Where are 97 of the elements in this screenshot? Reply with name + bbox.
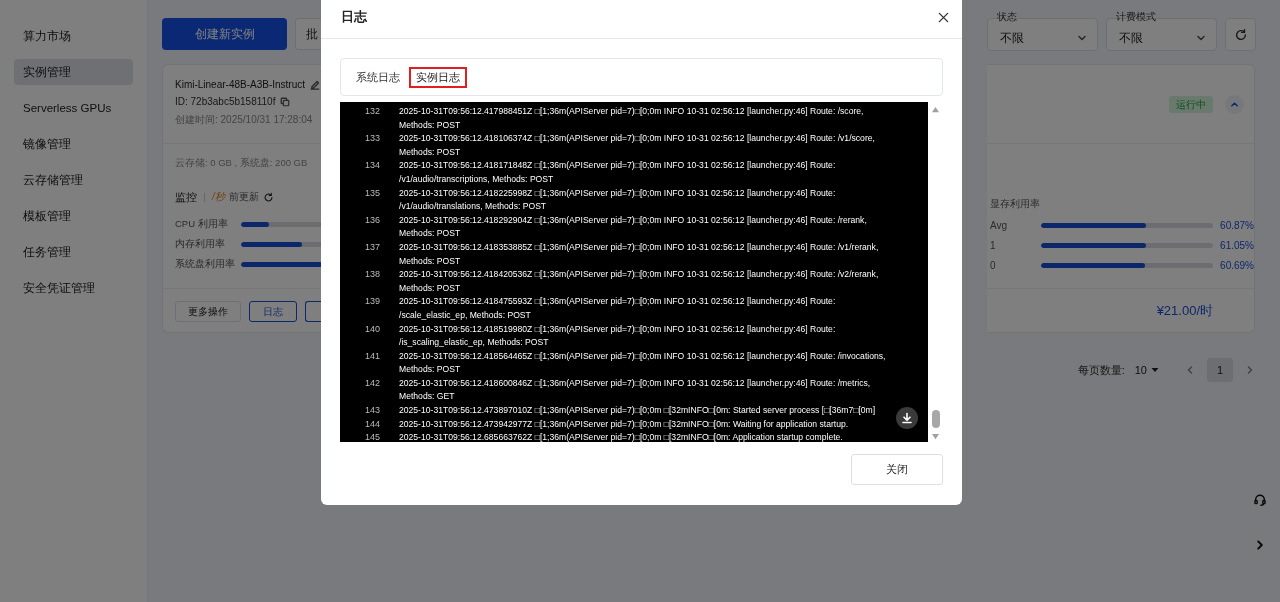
sidebar-item[interactable]: 任务管理 (14, 239, 133, 265)
line-number: 135 (363, 186, 380, 200)
monitor-title: 监控 (175, 189, 197, 205)
pencil-icon[interactable] (310, 79, 321, 90)
page-size-label: 每页数量: (1077, 362, 1125, 378)
select-label: 计费模式 (1116, 11, 1156, 23)
line-number: 142 (363, 376, 380, 390)
line-number: 141 (363, 349, 380, 363)
log-line: 2025-10-31T09:56:12.418106374Z □[1;36m(APIServer pid=7)□[0;0m INFO 10-31 02:56:12 [launcher.py:46] Route: /v1/score, (399, 132, 875, 146)
scroll-thumb[interactable] (931, 410, 940, 428)
log-line: 2025-10-31T09:56:12.418519980Z □[1;36m(APIServer pid=7)□[0;0m INFO 10-31 02:56:12 [launcher.py:46] Route: (399, 322, 836, 336)
page-size-select[interactable]: 10 (1132, 364, 1161, 376)
metric-value: 61.05% (1220, 239, 1254, 251)
log-line: /scale_elastic_ep, Methods: POST (399, 308, 532, 322)
log-line: /v1/audio/translations, Methods: POST (399, 200, 548, 214)
close-icon[interactable] (938, 12, 949, 23)
log-line: /v1/audio/transcriptions, Methods: POST (399, 172, 555, 186)
tab[interactable]: 实例日志 (409, 66, 467, 88)
chevron-left-icon[interactable] (1185, 365, 1195, 375)
metric-value: 60.69% (1220, 259, 1254, 271)
refresh-icon (1233, 27, 1248, 42)
log-line: Methods: POST (399, 118, 462, 132)
create-instance-button[interactable]: 创建新实例 (162, 18, 287, 50)
instance-name: Kimi-Linear-48B-A3B-Instruct (175, 79, 306, 90)
log-line: Methods: POST (399, 227, 462, 241)
metric-label: 1 (989, 239, 997, 251)
sidebar-item[interactable]: 实例管理 (14, 59, 133, 85)
log-line: Methods: POST (399, 145, 462, 159)
page-button[interactable]: 1 (1207, 358, 1233, 382)
select-label: 状态 (997, 11, 1017, 23)
line-number: 140 (363, 322, 380, 336)
copy-icon[interactable] (280, 96, 291, 107)
log-line: 2025-10-31T09:56:12.418171848Z □[1;36m(APIServer pid=7)□[0;0m INFO 10-31 02:56:12 [launcher.py:46] Route: (399, 159, 836, 173)
price: ¥21.00/时 (1156, 302, 1213, 320)
sidebar-item[interactable]: 模板管理 (14, 203, 133, 229)
dialog-title: 日志 (341, 9, 367, 26)
line-number: 134 (363, 159, 380, 173)
line-number: 137 (363, 240, 380, 254)
download-icon (901, 412, 913, 424)
refresh-icon (262, 191, 274, 203)
scroll-down-icon[interactable] (931, 433, 940, 440)
batch-button[interactable]: 批 (295, 18, 321, 50)
line-number: 144 (363, 417, 380, 431)
log-line: 2025-10-31T09:56:12.418564465Z □[1;36m(APIServer pid=7)□[0;0m INFO 10-31 02:56:12 [launcher.py:46] Route: /invocations, (399, 349, 886, 363)
line-number: 133 (363, 132, 380, 146)
sidebar-item[interactable]: 云存储管理 (14, 167, 133, 193)
chevron-right-icon[interactable] (1245, 365, 1255, 375)
metric-value: 60.87% (1220, 219, 1254, 231)
download-button[interactable] (896, 407, 918, 429)
log-line: 2025-10-31T09:56:12.418475593Z □[1;36m(APIServer pid=7)□[0;0m INFO 10-31 02:56:12 [launcher.py:46] Route: (399, 295, 836, 309)
chevron-down-icon (1196, 33, 1206, 43)
line-number: 143 (363, 404, 380, 418)
log-line: 2025-10-31T09:56:12.473897010Z □[1;36m(APIServer pid=7)□[0;0m □[32mINFO□[0m: Started server process [□[36m7□[0m] (399, 404, 876, 418)
log-line: 2025-10-31T09:56:12.417988451Z □[1;36m(APIServer pid=7)□[0;0m INFO 10-31 02:56:12 [launcher.py:46] Route: /score, (399, 105, 864, 118)
log-line: Methods: GET (399, 390, 456, 404)
log-line: 2025-10-31T09:56:12.685663762Z □[1;36m(APIServer pid=7)□[0;0m □[32mINFO□[0m: Application startup complete. (399, 431, 843, 442)
chevron-down-icon (1077, 33, 1087, 43)
metric-label: 内存利用率 (175, 237, 226, 251)
log-line: Methods: POST (399, 363, 462, 377)
chevron-right-icon (1254, 539, 1266, 551)
log-line: 2025-10-31T09:56:12.418225998Z □[1;36m(APIServer pid=7)□[0;0m INFO 10-31 02:56:12 [launcher.py:46] Route: (399, 186, 836, 200)
refresh-time: /秒 (212, 190, 225, 204)
sidebar-item[interactable]: 安全凭证管理 (14, 275, 133, 301)
line-number: 145 (363, 431, 380, 442)
metric-title: 显存利用率 (990, 198, 1041, 210)
line-number: 138 (363, 268, 380, 282)
log-line: Methods: POST (399, 254, 462, 268)
sidebar-item[interactable]: 算力市场 (14, 23, 133, 49)
more-actions-button[interactable]: 更多操作 (175, 301, 241, 322)
line-number: 132 (363, 105, 380, 118)
refresh-label: 前更新 (228, 190, 259, 204)
tab[interactable]: 系统日志 (349, 66, 407, 88)
chevron-up-icon (1230, 99, 1239, 109)
sidebar-item[interactable]: Serverless GPUs (14, 95, 133, 121)
metric-label: 系统盘利用率 (175, 257, 236, 271)
log-line: 2025-10-31T09:56:12.418600846Z □[1;36m(APIServer pid=7)□[0;0m INFO 10-31 02:56:12 [launcher.py:46] Route: /metrics, (399, 376, 871, 390)
status-badge: 运行中 (1169, 95, 1213, 113)
metric-label: Avg (989, 219, 1009, 231)
headset-icon (1253, 493, 1267, 507)
metric-label: CPU 利用率 (175, 217, 229, 231)
log-line: 2025-10-31T09:56:12.418420536Z □[1;36m(APIServer pid=7)□[0;0m INFO 10-31 02:56:12 [launcher.py:46] Route: /v2/rerank, (399, 268, 879, 282)
line-number: 136 (363, 213, 380, 227)
log-line: 2025-10-31T09:56:12.418353885Z □[1;36m(APIServer pid=7)□[0;0m INFO 10-31 02:56:12 [launcher.py:46] Route: /v1/rerank, (399, 240, 879, 254)
log-line: /is_scaling_elastic_ep, Methods: POST (399, 336, 550, 350)
action-button[interactable]: 日志 (249, 301, 297, 322)
instance-id: ID: 72b3abc5b158110f (175, 96, 276, 107)
collapse-button[interactable] (1225, 94, 1244, 114)
refresh-button[interactable] (1225, 18, 1256, 51)
log-line: 2025-10-31T09:56:12.473942977Z □[1;36m(APIServer pid=7)□[0;0m □[32mINFO□[0m: Waiting for application startup. (399, 417, 849, 431)
scroll-up-icon[interactable] (931, 106, 940, 113)
close-button[interactable]: 关闭 (851, 454, 943, 485)
log-line: 2025-10-31T09:56:12.418292904Z □[1;36m(APIServer pid=7)□[0;0m INFO 10-31 02:56:12 [launcher.py:46] Route: /rerank, (399, 213, 867, 227)
caret-down-icon (1151, 366, 1159, 374)
line-number: 139 (363, 295, 380, 309)
sidebar-item[interactable]: 镜像管理 (14, 131, 133, 157)
metric-label: 0 (989, 259, 997, 271)
log-line: Methods: POST (399, 281, 462, 295)
